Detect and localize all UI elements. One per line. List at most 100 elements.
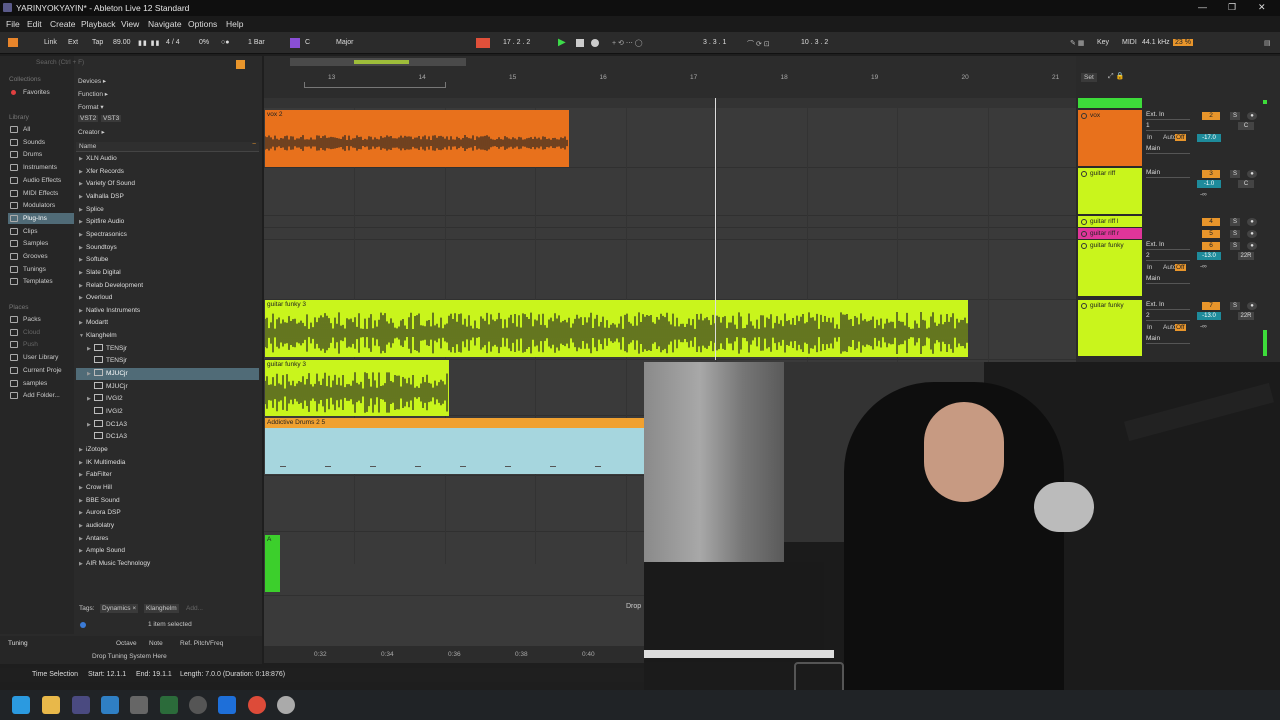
browser-list-item[interactable]: ▶ IK Multimedia (76, 457, 259, 469)
places-item-6[interactable]: Add Folder... (8, 390, 74, 401)
browser-list-item[interactable]: IVGI2 (76, 406, 259, 418)
filter-format[interactable]: Format ▾ (78, 103, 104, 111)
song-position[interactable]: 17 . 2 . 2 (503, 39, 530, 46)
volume-field[interactable]: -13.0 (1197, 312, 1221, 320)
track-activator-icon[interactable] (1081, 303, 1087, 309)
channel-select[interactable]: 2 (1146, 252, 1190, 261)
volume-field[interactable]: -1.0 (1197, 180, 1221, 188)
arm-button[interactable]: ● (1247, 302, 1257, 310)
places-item-1[interactable]: Cloud (8, 327, 74, 338)
browser-list-item[interactable]: ▶ Overloud (76, 292, 259, 304)
solo-button[interactable]: S (1230, 170, 1240, 178)
browser-list-item[interactable]: ▶ Soundtoys (76, 242, 259, 254)
clip-addictive-drums[interactable]: Addictive Drums 2 5 (265, 418, 644, 474)
menu-create[interactable]: Create (50, 19, 76, 29)
output-select[interactable]: Main (1146, 145, 1190, 154)
filter-icon[interactable] (236, 60, 245, 69)
metronome-icon[interactable]: ○● (221, 39, 229, 46)
volume-field[interactable]: -17.0 (1197, 134, 1221, 142)
expand-arrow-icon[interactable]: ▶ (79, 216, 83, 228)
track-number[interactable]: 3 (1202, 170, 1220, 178)
expand-arrow-icon[interactable]: ▶ (79, 292, 83, 304)
browser-list-item[interactable]: ▶ Splice (76, 204, 259, 216)
filter-devices[interactable]: Devices ▸ (78, 77, 106, 85)
expand-arrow-icon[interactable]: ▶ (79, 267, 83, 279)
pan-field[interactable]: C (1238, 122, 1254, 130)
library-item-midi-effects[interactable]: MIDI Effects (8, 188, 74, 199)
browser-list-item[interactable]: ▶ MJUCjr (76, 368, 259, 381)
chrome-icon[interactable] (248, 696, 266, 714)
key-select[interactable]: C (305, 39, 310, 46)
menu-view[interactable]: View (121, 19, 139, 29)
expand-icon[interactable]: ⤢ 🔒 (1108, 72, 1124, 81)
expand-arrow-icon[interactable]: ▶ (79, 317, 83, 329)
name-column-header[interactable]: Name − (76, 141, 259, 152)
timeline-ruler[interactable] (264, 56, 1076, 98)
expand-arrow-icon[interactable]: ▶ (79, 178, 83, 190)
places-item-2[interactable]: Push (8, 339, 74, 350)
browser-list-item[interactable]: ▶ Softube (76, 254, 259, 266)
lane-guitar-riff-r[interactable] (264, 228, 1076, 240)
draw-mode-icon[interactable]: ✎ ▦ (1070, 39, 1084, 47)
app-icon-9[interactable] (277, 696, 295, 714)
browser-list-item[interactable]: ▶ BBE Sound (76, 495, 259, 507)
expand-arrow-icon[interactable]: ▶ (79, 204, 83, 216)
library-item-plug-ins[interactable]: Plug-Ins (8, 212, 74, 224)
browser-list-item[interactable]: ▶ Relab Development (76, 280, 259, 292)
track-number[interactable]: 5 (1202, 230, 1220, 238)
track-header[interactable]: guitar riff r (1078, 228, 1142, 239)
input-select[interactable]: Ext. In (1146, 111, 1190, 120)
library-item-grooves[interactable]: Grooves (8, 251, 74, 262)
filter-function[interactable]: Function ▸ (78, 90, 108, 98)
expand-arrow-icon[interactable]: ▶ (87, 368, 91, 380)
pan-field[interactable]: C (1238, 180, 1254, 188)
library-item-tunings[interactable]: Tunings (8, 264, 74, 275)
arm-button[interactable]: ● (1247, 242, 1257, 250)
places-item-4[interactable]: Current Proje (8, 365, 74, 376)
menu-help[interactable]: Help (226, 19, 243, 29)
library-item-templates[interactable]: Templates (8, 276, 74, 287)
settings-icon[interactable] (130, 696, 148, 714)
track-number[interactable]: 6 (1202, 242, 1220, 250)
expand-arrow-icon[interactable]: ▶ (79, 545, 83, 557)
expand-arrow-icon[interactable]: ▶ (79, 166, 83, 178)
pan-field[interactable]: 22R (1238, 252, 1254, 260)
browser-list-item[interactable]: ▶ TENSjr (76, 343, 259, 355)
expand-arrow-icon[interactable]: ▼ (79, 330, 84, 342)
monitor-off[interactable]: Off (1175, 264, 1186, 271)
expand-arrow-icon[interactable]: ▶ (79, 495, 83, 507)
places-item-5[interactable]: samples (8, 378, 74, 389)
record-icon[interactable] (591, 39, 599, 47)
track-number[interactable]: 4 (1202, 218, 1220, 226)
filter-vst3[interactable]: VST3 (101, 115, 122, 122)
browser-list-item[interactable]: ▶ Slate Digital (76, 267, 259, 279)
info-icon[interactable] (80, 622, 86, 628)
expand-arrow-icon[interactable]: ▶ (79, 280, 83, 292)
monitor-off[interactable]: Off (1175, 134, 1186, 141)
input-select[interactable]: Main (1146, 169, 1190, 178)
tag-klanghelm[interactable]: Klanghelm (144, 604, 179, 613)
loop-icon[interactable]: ⌒ ⟳ ⊡ (747, 39, 770, 49)
track-activator-icon[interactable] (1081, 219, 1087, 225)
expand-arrow-icon[interactable]: ▶ (87, 419, 91, 431)
loop-start[interactable]: 3 . 3 . 1 (703, 39, 726, 46)
loop-length[interactable]: 10 . 3 . 2 (801, 39, 828, 46)
browser-list-item[interactable]: ▶ IVGI2 (76, 393, 259, 405)
expand-arrow-icon[interactable]: ▶ (79, 153, 83, 165)
browser-list-item[interactable]: ▶ Variety Of Sound (76, 178, 259, 190)
library-item-instruments[interactable]: Instruments (8, 162, 74, 173)
expand-arrow-icon[interactable]: ▶ (87, 393, 91, 405)
expand-arrow-icon[interactable]: ▶ (79, 242, 83, 254)
places-item-3[interactable]: User Library (8, 352, 74, 363)
input-select[interactable]: Ext. In (1146, 241, 1190, 250)
scale-mode-icon[interactable] (290, 38, 300, 48)
volume-field[interactable]: -13.0 (1197, 252, 1221, 260)
play-icon[interactable]: ▶ (558, 37, 566, 48)
browser-list-item[interactable]: ▶ Aurora DSP (76, 507, 259, 519)
lane-guitar-riff[interactable] (264, 168, 1076, 216)
tap-button[interactable]: Tap (92, 39, 103, 46)
filter-vst2[interactable]: VST2 (78, 115, 99, 122)
browser-list-item[interactable]: ▶ audiolatry (76, 520, 259, 532)
tag-dynamics[interactable]: Dynamics × (100, 604, 139, 613)
clip-vox[interactable]: vox 2 (265, 110, 569, 167)
